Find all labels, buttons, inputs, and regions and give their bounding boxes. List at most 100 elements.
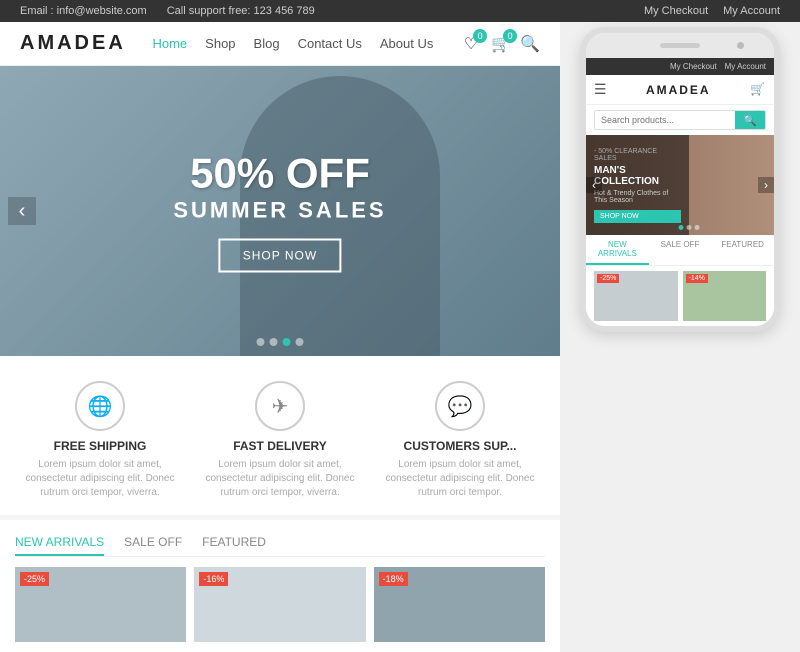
product-badge-3: -18% [379,572,408,586]
phone-top [586,33,774,58]
top-bar-left: Email : info@website.com Call support fr… [20,5,315,17]
phone-cart-icon[interactable]: 🛒 [750,82,766,98]
hero-dots [257,338,304,346]
phone-search-inner: 🔍 [594,110,766,130]
phone-menu-icon[interactable]: ☰ [594,81,607,98]
main-nav: Home Shop Blog Contact Us About Us [152,36,433,51]
phone-dot-1[interactable] [679,225,684,230]
product-grid: -25% -16% -18% [15,567,545,642]
products-tabs: NEW ARRIVALS SALE OFF FEATURED [15,530,545,557]
site-header: AMADEA Home Shop Blog Contact Us About U… [0,22,560,66]
product-image-1: -25% [15,567,186,642]
phone-dot-3[interactable] [695,225,700,230]
site-logo: AMADEA [20,32,126,55]
phone-product-badge-1: -25% [597,274,619,283]
features-section: 🌐 FREE SHIPPING Lorem ipsum dolor sit am… [0,356,560,515]
hero-dot-4[interactable] [296,338,304,346]
product-card-1[interactable]: -25% [15,567,186,642]
nav-contact[interactable]: Contact Us [298,36,362,51]
delivery-icon: ✈ [255,381,305,431]
phone-mockup: My Checkout My Account ☰ AMADEA 🛒 🔍 [580,27,780,332]
hero-dot-1[interactable] [257,338,265,346]
phone-topbar: My Checkout My Account [586,58,774,75]
phone-products-tabs: NEW ARRIVALS SALE OFF FEATURED [586,235,774,266]
tab-sale-off[interactable]: SALE OFF [124,530,182,556]
wishlist-icon[interactable]: ♡ 0 [460,33,482,55]
support-desc: Lorem ipsum dolor sit amet, consectetur … [380,458,540,500]
hero-discount: 50% OFF [173,150,386,198]
phone-screen: My Checkout My Account ☰ AMADEA 🛒 🔍 [586,58,774,326]
top-bar: Email : info@website.com Call support fr… [0,0,800,22]
shipping-desc: Lorem ipsum dolor sit amet, consectetur … [20,458,180,500]
hero-dot-3[interactable] [283,338,291,346]
nav-about[interactable]: About Us [380,36,433,51]
hero-cta-button[interactable]: SHOP NOW [219,239,341,273]
feature-shipping: 🌐 FREE SHIPPING Lorem ipsum dolor sit am… [10,381,190,500]
phone-hero-dots [679,225,700,230]
phone-checkout-link[interactable]: My Checkout [670,62,717,71]
product-image-2: -16% [194,567,365,642]
phone-hero-cta[interactable]: SHOP NOW [594,210,681,223]
support-info: Call support free: 123 456 789 [167,5,315,17]
delivery-desc: Lorem ipsum dolor sit amet, consectetur … [200,458,360,500]
phone-search-bar: 🔍 [586,105,774,135]
nav-home[interactable]: Home [152,36,187,51]
hero-title: SUMMER SALES [173,198,386,224]
phone-speaker [660,43,700,48]
shipping-title: FREE SHIPPING [20,439,180,453]
product-card-3[interactable]: -18% [374,567,545,642]
top-bar-right: My Checkout My Account [644,5,780,17]
phone-section: My Checkout My Account ☰ AMADEA 🛒 🔍 [560,22,800,652]
phone-product-img-2: -14% [683,271,767,321]
phone-hero-title: MAN'S COLLECTION [594,165,681,187]
phone-hero-prev[interactable]: ‹ [586,177,602,193]
phone-search-input[interactable] [595,111,735,129]
wishlist-badge: 0 [473,29,487,43]
phone-product-img-1: -25% [594,271,678,321]
feature-delivery: ✈ FAST DELIVERY Lorem ipsum dolor sit am… [190,381,370,500]
hero-dot-2[interactable] [270,338,278,346]
cart-badge: 0 [503,29,517,43]
main-content: AMADEA Home Shop Blog Contact Us About U… [0,22,800,652]
product-card-2[interactable]: -16% [194,567,365,642]
support-icon: 💬 [435,381,485,431]
email-info: Email : info@website.com [20,5,147,17]
phone-hero: - 50% CLEARANCE SALES MAN'S COLLECTION H… [586,135,774,235]
phone-hero-tag: - 50% CLEARANCE SALES [594,148,681,162]
phone-header: ☰ AMADEA 🛒 [586,75,774,105]
nav-shop[interactable]: Shop [205,36,235,51]
phone-camera [737,42,744,49]
phone-product-badge-2: -14% [686,274,708,283]
phone-product-2[interactable]: -14% [683,271,767,321]
hero-banner: 50% OFF SUMMER SALES SHOP NOW ‹ [0,66,560,356]
phone-hero-subtitle: Hot & Trendy Clothes of This Season [594,190,681,204]
hero-content: 50% OFF SUMMER SALES SHOP NOW [173,150,386,273]
tab-featured[interactable]: FEATURED [202,530,266,556]
phone-dot-2[interactable] [687,225,692,230]
product-badge-2: -16% [199,572,228,586]
product-image-3: -18% [374,567,545,642]
search-icon[interactable]: 🔍 [520,34,540,54]
phone-hero-next[interactable]: › [758,177,774,193]
account-link[interactable]: My Account [723,5,780,17]
phone-account-link[interactable]: My Account [725,62,766,71]
shipping-icon: 🌐 [75,381,125,431]
nav-icons: ♡ 0 🛒 0 🔍 [460,33,540,55]
product-badge-1: -25% [20,572,49,586]
checkout-link[interactable]: My Checkout [644,5,708,17]
phone-search-button[interactable]: 🔍 [735,111,765,129]
hero-prev-arrow[interactable]: ‹ [8,197,36,225]
phone-product-1[interactable]: -25% [594,271,678,321]
cart-icon[interactable]: 🛒 0 [490,33,512,55]
nav-blog[interactable]: Blog [254,36,280,51]
delivery-title: FAST DELIVERY [200,439,360,453]
phone-products: -25% -14% [586,266,774,326]
phone-logo: AMADEA [646,83,711,97]
support-title: CUSTOMERS SUP... [380,439,540,453]
feature-support: 💬 CUSTOMERS SUP... Lorem ipsum dolor sit… [370,381,550,500]
phone-tab-featured[interactable]: FEATURED [711,235,774,265]
phone-tab-new-arrivals[interactable]: NEW ARRIVALS [586,235,649,265]
tab-new-arrivals[interactable]: NEW ARRIVALS [15,530,104,556]
left-section: AMADEA Home Shop Blog Contact Us About U… [0,22,560,652]
phone-tab-sale-off[interactable]: SALE OFF [649,235,712,265]
